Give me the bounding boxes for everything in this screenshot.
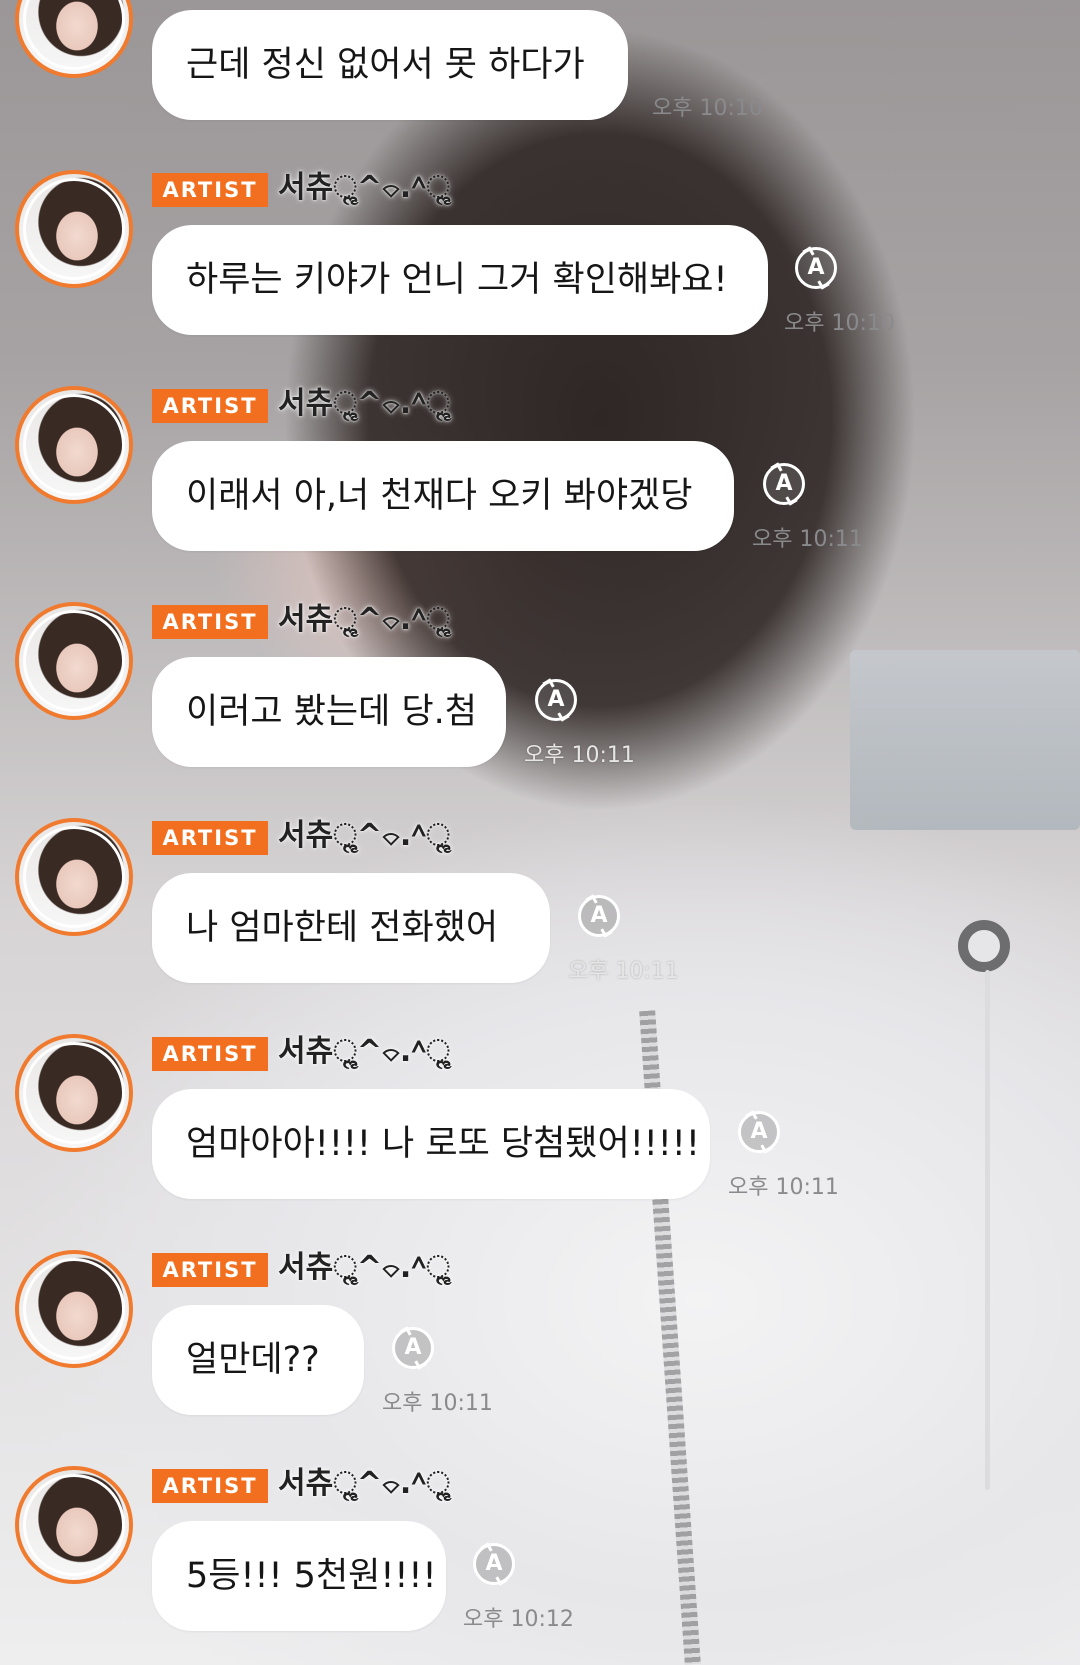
message-time: 오후 10:10 <box>784 311 895 336</box>
message-time: 오후 10:11 <box>524 743 635 768</box>
message-time: 오후 10:11 <box>568 959 679 984</box>
artist-badge: ARTIST <box>152 1037 268 1071</box>
message-time: 오후 10:11 <box>382 1391 493 1416</box>
message-time: 오후 10:11 <box>752 527 863 552</box>
message-bubble[interactable]: 얼만데?? <box>152 1305 364 1415</box>
background-car-window <box>850 650 1080 830</box>
artist-avatar[interactable] <box>15 386 133 504</box>
artist-nickname: 서츄ૢ^⌔.^ૢ <box>278 170 450 205</box>
artist-avatar[interactable] <box>15 1250 133 1368</box>
artist-badge: ARTIST <box>152 173 268 207</box>
translate-icon[interactable]: A <box>392 1327 434 1369</box>
translate-icon[interactable]: A <box>763 463 805 505</box>
artist-nickname: 서츄ૢ^⌔.^ૢ <box>278 1034 450 1069</box>
translate-icon[interactable]: A <box>738 1111 780 1153</box>
message-time: 오후 10:11 <box>728 1175 839 1200</box>
artist-nickname: 서츄ૢ^⌔.^ૢ <box>278 818 450 853</box>
artist-badge: ARTIST <box>152 1469 268 1503</box>
message-time: 오후 10:10 <box>652 96 763 121</box>
artist-badge: ARTIST <box>152 821 268 855</box>
message-bubble[interactable]: 이러고 봤는데 당.첨 <box>152 657 506 767</box>
translate-icon[interactable]: A <box>795 247 837 289</box>
artist-avatar[interactable] <box>15 1034 133 1152</box>
message-bubble[interactable]: 5등!!! 5천원!!!! <box>152 1521 446 1631</box>
translate-icon[interactable]: A <box>578 895 620 937</box>
artist-nickname: 서츄ૢ^⌔.^ૢ <box>278 1250 450 1285</box>
message-bubble[interactable]: 하루는 키야가 언니 그거 확인해봐요! <box>152 225 768 335</box>
background-hoodie-grommet <box>958 920 1010 972</box>
chat-screen: 근데 정신 없어서 못 하다가 오후 10:10 ARTIST 서츄ૢ^⌔.^ૢ… <box>0 0 1080 1665</box>
artist-avatar[interactable] <box>15 1466 133 1584</box>
artist-badge: ARTIST <box>152 1253 268 1287</box>
artist-badge: ARTIST <box>152 389 268 423</box>
translate-icon[interactable]: A <box>535 679 577 721</box>
background-hoodie-cord <box>985 970 990 1490</box>
translate-icon[interactable]: A <box>473 1543 515 1585</box>
artist-avatar[interactable] <box>15 170 133 288</box>
message-bubble[interactable]: 이래서 아,너 천재다 오키 봐야겠당 <box>152 441 734 551</box>
artist-nickname: 서츄ૢ^⌔.^ૢ <box>278 386 450 421</box>
message-bubble[interactable]: 엄마아아!!!! 나 로또 당첨됐어!!!!! <box>152 1089 710 1199</box>
message-time: 오후 10:12 <box>463 1607 574 1632</box>
artist-avatar[interactable] <box>15 0 133 78</box>
message-bubble[interactable]: 근데 정신 없어서 못 하다가 <box>152 10 628 120</box>
artist-avatar[interactable] <box>15 602 133 720</box>
artist-nickname: 서츄ૢ^⌔.^ૢ <box>278 1466 450 1501</box>
artist-nickname: 서츄ૢ^⌔.^ૢ <box>278 602 450 637</box>
artist-badge: ARTIST <box>152 605 268 639</box>
message-bubble[interactable]: 나 엄마한테 전화했어 <box>152 873 550 983</box>
artist-avatar[interactable] <box>15 818 133 936</box>
